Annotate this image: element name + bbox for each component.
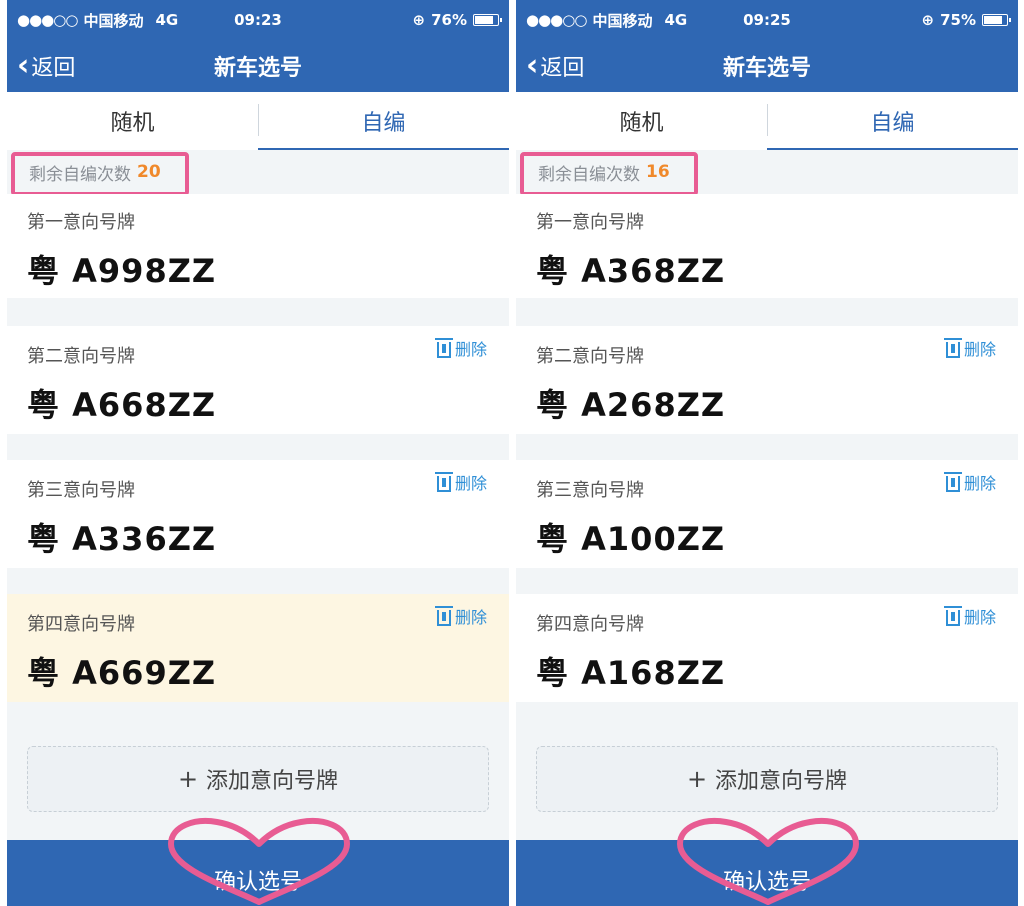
plate-label: 第四意向号牌 — [27, 614, 135, 635]
add-plate-button[interactable]: + 添加意向号牌 — [27, 746, 489, 812]
plate-number: 粤 A336ZZ — [27, 520, 217, 558]
tab-bar: 随机 自编 — [7, 92, 509, 150]
plate-label: 第三意向号牌 — [536, 480, 644, 501]
plate-card-2: 第二意向号牌 删除 粤 A668ZZ — [7, 326, 509, 434]
plate-number: 粤 A268ZZ — [536, 386, 726, 424]
plate-card-2: 第二意向号牌 删除 粤 A268ZZ — [516, 326, 1018, 434]
delete-label: 删除 — [963, 340, 996, 359]
chevron-left-icon: ‹ — [17, 48, 30, 83]
plate-label: 第二意向号牌 — [27, 346, 135, 367]
plate-number: 粤 A998ZZ — [27, 252, 217, 290]
plate-label: 第三意向号牌 — [27, 480, 135, 501]
plate-card-4: 第四意向号牌 删除 粤 A669ZZ — [7, 594, 509, 702]
back-label: 返回 — [540, 56, 585, 81]
plate-number: 粤 A669ZZ — [27, 654, 217, 692]
battery-icon — [982, 14, 1011, 26]
trash-icon — [434, 338, 453, 358]
plus-icon: + — [177, 765, 199, 793]
delete-label: 删除 — [454, 474, 487, 493]
page-title: 新车选号 — [722, 56, 811, 81]
trash-icon — [434, 472, 453, 492]
plate-label: 第二意向号牌 — [536, 346, 644, 367]
status-bar: ●●●○○ 中国移动 4G 09:23 ⊕ 76% — [7, 0, 509, 40]
plate-number: 粤 A668ZZ — [27, 386, 217, 424]
phone-screen-right: ●●●○○ 中国移动 4G 09:25 ⊕ 75% ‹ 返回 新车选号 随机 自… — [516, 0, 1018, 906]
delete-button[interactable]: 删除 — [434, 604, 487, 628]
confirm-button[interactable]: 确认选号 — [7, 840, 509, 906]
plate-card-4: 第四意向号牌 删除 粤 A168ZZ — [516, 594, 1018, 702]
plate-number: 粤 A368ZZ — [536, 252, 726, 290]
tab-custom[interactable]: 自编 — [767, 92, 1018, 150]
remaining-count-row: 剩余自编次数 20 — [7, 150, 509, 196]
delete-button[interactable]: 删除 — [943, 604, 996, 628]
delete-label: 删除 — [454, 608, 487, 627]
plate-card-3: 第三意向号牌 删除 粤 A336ZZ — [7, 460, 509, 568]
tab-random[interactable]: 随机 — [516, 92, 767, 150]
back-button[interactable]: ‹ 返回 — [516, 50, 584, 82]
annotation-box — [11, 152, 189, 196]
nav-bar: ‹ 返回 新车选号 — [516, 40, 1018, 92]
delete-label: 删除 — [454, 340, 487, 359]
plate-number: 粤 A168ZZ — [536, 654, 726, 692]
confirm-label: 确认选号 — [722, 870, 811, 895]
nav-bar: ‹ 返回 新车选号 — [7, 40, 509, 92]
delete-label: 删除 — [963, 608, 996, 627]
back-button[interactable]: ‹ 返回 — [7, 50, 75, 82]
plate-number: 粤 A100ZZ — [536, 520, 726, 558]
add-plate-label: 添加意向号牌 — [206, 769, 339, 794]
delete-label: 删除 — [963, 474, 996, 493]
trash-icon — [434, 606, 453, 626]
status-bar: ●●●○○ 中国移动 4G 09:25 ⊕ 75% — [516, 0, 1018, 40]
phone-screen-left: ●●●○○ 中国移动 4G 09:23 ⊕ 76% ‹ 返回 新车选号 随机 自… — [7, 0, 509, 906]
trash-icon — [943, 606, 962, 626]
delete-button[interactable]: 删除 — [943, 470, 996, 494]
battery-icon — [473, 14, 502, 26]
plate-label: 第一意向号牌 — [27, 212, 135, 233]
plate-label: 第四意向号牌 — [536, 614, 644, 635]
plate-card-1: 第一意向号牌 粤 A368ZZ — [516, 194, 1018, 298]
trash-icon — [943, 472, 962, 492]
status-time: 09:23 — [234, 11, 282, 29]
delete-button[interactable]: 删除 — [434, 336, 487, 360]
add-plate-label: 添加意向号牌 — [715, 769, 848, 794]
tab-random[interactable]: 随机 — [7, 92, 258, 150]
plate-card-1: 第一意向号牌 粤 A998ZZ — [7, 194, 509, 298]
confirm-button[interactable]: 确认选号 — [516, 840, 1018, 906]
add-plate-button[interactable]: + 添加意向号牌 — [536, 746, 998, 812]
status-time: 09:25 — [743, 11, 791, 29]
chevron-left-icon: ‹ — [526, 48, 539, 83]
delete-button[interactable]: 删除 — [943, 336, 996, 360]
trash-icon — [943, 338, 962, 358]
delete-button[interactable]: 删除 — [434, 470, 487, 494]
plate-card-3: 第三意向号牌 删除 粤 A100ZZ — [516, 460, 1018, 568]
annotation-box — [520, 152, 698, 196]
remaining-count-row: 剩余自编次数 16 — [516, 150, 1018, 196]
plus-icon: + — [686, 765, 708, 793]
back-label: 返回 — [31, 56, 76, 81]
tab-custom[interactable]: 自编 — [258, 92, 509, 150]
tab-bar: 随机 自编 — [516, 92, 1018, 150]
plate-label: 第一意向号牌 — [536, 212, 644, 233]
confirm-label: 确认选号 — [213, 870, 302, 895]
page-title: 新车选号 — [213, 56, 302, 81]
